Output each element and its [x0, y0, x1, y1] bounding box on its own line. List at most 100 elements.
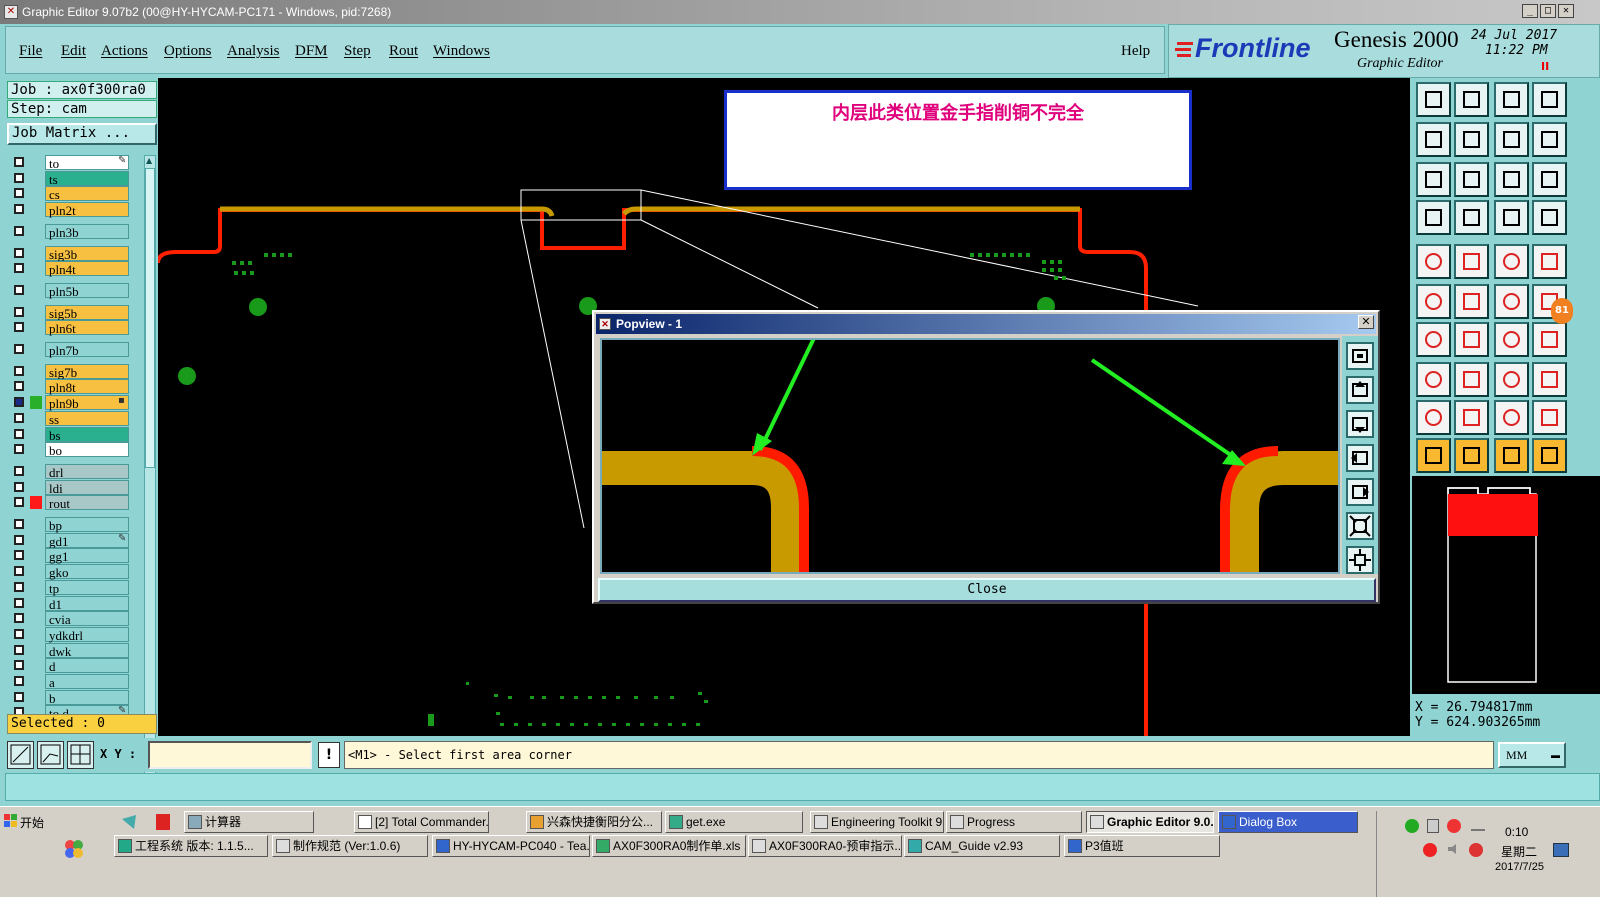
- layer-label[interactable]: cvia: [45, 611, 129, 627]
- layer-label[interactable]: pln4t: [45, 261, 129, 277]
- start-button[interactable]: 开始: [2, 811, 50, 833]
- move-right-icon[interactable]: [1454, 122, 1489, 157]
- layer-row[interactable]: gd1 ✎: [8, 532, 144, 549]
- layer-label[interactable]: sig5b: [45, 304, 129, 321]
- popview-zoom-out-icon[interactable]: [1346, 546, 1374, 574]
- layer-row[interactable]: sig3b: [8, 245, 144, 262]
- layer-checkbox[interactable]: [14, 465, 24, 476]
- layer-checkbox[interactable]: [14, 444, 24, 455]
- layer-row[interactable]: sig7b: [8, 363, 144, 380]
- popview-close-button[interactable]: Close: [598, 578, 1376, 602]
- layer-label[interactable]: cs: [45, 186, 129, 202]
- select-icon[interactable]: [1416, 244, 1451, 279]
- layer-row[interactable]: pln2t: [8, 202, 144, 218]
- layer-label[interactable]: d1: [45, 595, 129, 612]
- tray-desktop-icon[interactable]: [1553, 843, 1569, 857]
- target-icon[interactable]: [1454, 200, 1489, 235]
- layer-row[interactable]: pln8t: [8, 379, 144, 395]
- layer-checkbox[interactable]: [14, 581, 24, 592]
- taskbar-button[interactable]: [2] Total Commander...: [354, 811, 489, 833]
- menu-help[interactable]: Help: [1121, 43, 1150, 60]
- layer-checkbox[interactable]: [14, 550, 24, 561]
- layer-checkbox[interactable]: [14, 284, 24, 295]
- center-snap-icon[interactable]: [67, 741, 94, 769]
- zoom-center-icon[interactable]: [1454, 162, 1489, 197]
- taskbar-button[interactable]: Progress: [946, 811, 1082, 833]
- home-icon[interactable]: [1494, 82, 1529, 117]
- layer-scrollbar[interactable]: ▲ ▼: [144, 155, 156, 785]
- taskbar-button[interactable]: 制作规范 (Ver:1.0.6): [272, 835, 428, 857]
- zoom-fit-icon[interactable]: [1416, 162, 1451, 197]
- layer-checkbox[interactable]: [14, 660, 24, 671]
- tray-app-icon[interactable]: [1423, 843, 1437, 857]
- layer-label[interactable]: to: [45, 155, 129, 171]
- layer-checkbox[interactable]: [14, 225, 24, 236]
- arch-alt-icon[interactable]: [1532, 400, 1567, 435]
- layer-label[interactable]: ss: [45, 410, 129, 427]
- layer-checkbox[interactable]: [14, 397, 24, 408]
- layer-checkbox[interactable]: [14, 365, 24, 376]
- tray-ime-icon[interactable]: [1469, 843, 1483, 857]
- window-up-icon[interactable]: [1416, 82, 1451, 117]
- job-matrix-button[interactable]: Job Matrix ...: [7, 123, 157, 145]
- popview-pan-left-icon[interactable]: [1346, 444, 1374, 472]
- draw-icon[interactable]: [1454, 244, 1489, 279]
- close-button[interactable]: ✕: [1558, 4, 1574, 18]
- layer-label[interactable]: ydkdrl: [45, 626, 129, 643]
- menu-rout[interactable]: Rout: [389, 43, 418, 60]
- move-left-icon[interactable]: [1416, 122, 1451, 157]
- taskbar-button[interactable]: get.exe: [665, 811, 803, 833]
- layer-label[interactable]: gg1: [45, 548, 129, 564]
- layer-row[interactable]: sig5b: [8, 304, 144, 321]
- pin-icon[interactable]: [1416, 362, 1451, 397]
- minimize-button[interactable]: _: [1522, 4, 1538, 18]
- tray-network-icon[interactable]: [1405, 819, 1419, 833]
- menu-step[interactable]: Step: [344, 43, 371, 60]
- popview-canvas[interactable]: [600, 338, 1340, 574]
- layer-label[interactable]: gko: [45, 564, 129, 580]
- units-selector[interactable]: MM ▬: [1498, 742, 1566, 768]
- scroll-up-icon[interactable]: ▲: [146, 156, 154, 166]
- tray-signal-icon[interactable]: [1471, 821, 1485, 831]
- layer-row[interactable]: pln6t: [8, 320, 144, 336]
- layer-label[interactable]: pln3b: [45, 223, 129, 240]
- layer-row[interactable]: d1: [8, 595, 144, 612]
- layer-checkbox[interactable]: [14, 497, 24, 508]
- pads-alt-icon[interactable]: [1532, 200, 1567, 235]
- layer-row[interactable]: pln7b: [8, 342, 144, 358]
- cross-icon[interactable]: [1454, 284, 1489, 319]
- layer-label[interactable]: a: [45, 674, 129, 690]
- line-icon[interactable]: [1494, 284, 1529, 319]
- arch-icon[interactable]: [1494, 400, 1529, 435]
- popview-zoom-fit-icon[interactable]: [1346, 342, 1374, 370]
- xy-input[interactable]: [148, 741, 312, 769]
- trim-icon[interactable]: [1454, 362, 1489, 397]
- taskbar-button[interactable]: Engineering Toolkit 9....: [810, 811, 944, 833]
- layer-checkbox[interactable]: [14, 247, 24, 258]
- layer-checkbox[interactable]: [14, 481, 24, 492]
- tray-clock[interactable]: 0:10: [1505, 825, 1528, 839]
- scroll-thumb[interactable]: [145, 168, 155, 468]
- layer-row[interactable]: ss: [8, 410, 144, 427]
- ruler-icon[interactable]: [1494, 244, 1529, 279]
- taskbar-button[interactable]: P3值班: [1064, 835, 1220, 857]
- quicklaunch-pdf-icon[interactable]: [154, 813, 172, 831]
- snake-icon[interactable]: [1532, 122, 1567, 157]
- layer-row[interactable]: d: [8, 658, 144, 674]
- layer-label[interactable]: pln8t: [45, 379, 129, 395]
- scale-icon[interactable]: [1494, 162, 1529, 197]
- layer-row[interactable]: gko: [8, 564, 144, 580]
- layer-checkbox[interactable]: [14, 428, 24, 439]
- layer-row[interactable]: bo: [8, 442, 144, 458]
- maximize-button[interactable]: □: [1540, 4, 1556, 18]
- popview-pan-up-icon[interactable]: [1346, 376, 1374, 404]
- pointer-round-icon[interactable]: [1494, 438, 1529, 473]
- taskbar-button[interactable]: Graphic Editor 9.0...: [1086, 811, 1214, 833]
- layer-row[interactable]: dwk: [8, 642, 144, 659]
- menu-analysis[interactable]: Analysis: [227, 43, 280, 60]
- layer-checkbox[interactable]: [14, 344, 24, 354]
- layer-label[interactable]: ldi: [45, 479, 129, 496]
- angle-icon[interactable]: [1416, 322, 1451, 357]
- menu-edit[interactable]: Edit: [61, 43, 86, 60]
- triangle-icon[interactable]: [1416, 400, 1451, 435]
